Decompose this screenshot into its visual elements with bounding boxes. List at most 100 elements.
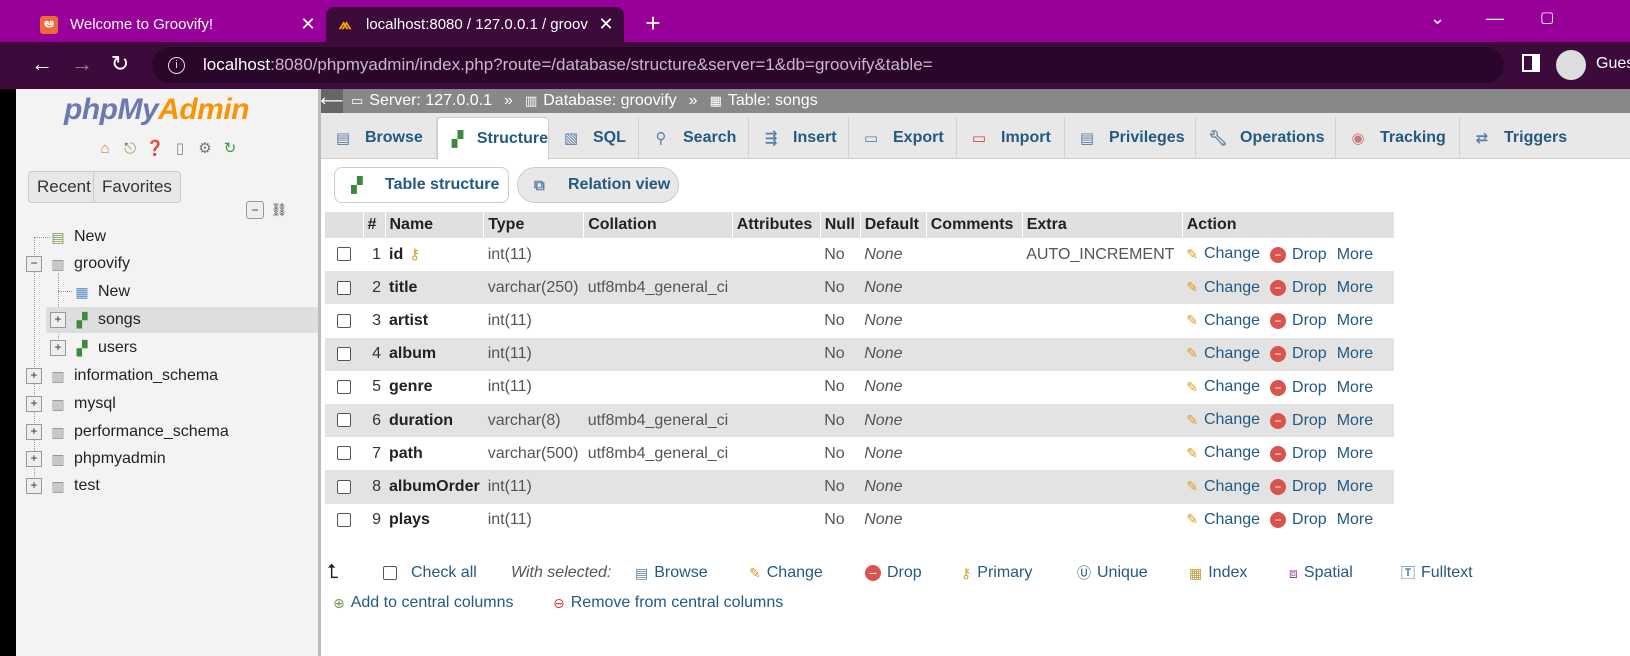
- row-checkbox[interactable]: [337, 247, 351, 262]
- link-with-main-icon[interactable]: ⛓: [269, 201, 289, 219]
- change-button[interactable]: ✎ Change: [1186, 411, 1260, 429]
- header-default[interactable]: Default: [860, 212, 927, 238]
- reload-nav-icon[interactable]: ↻: [219, 138, 241, 158]
- change-button[interactable]: ✎ Change: [1186, 245, 1260, 263]
- tab-import[interactable]: ▭ Import: [957, 117, 1065, 159]
- tab-tracking[interactable]: ◉ Tracking: [1336, 117, 1460, 159]
- drop-button[interactable]: − Drop: [1270, 511, 1327, 529]
- row-checkbox[interactable]: [337, 512, 351, 527]
- drop-button[interactable]: − Drop: [1270, 312, 1327, 330]
- more-dropdown[interactable]: More: [1337, 312, 1373, 330]
- expand-icon[interactable]: +: [26, 478, 42, 494]
- bulk-browse-button[interactable]: ▤ Browse: [635, 559, 708, 587]
- settings-gear-icon[interactable]: ⚙: [194, 138, 216, 158]
- browser-tab-phpmyadmin[interactable]: ⩕ localhost:8080 / 127.0.0.1 / groov ✕: [326, 7, 624, 42]
- tab-search-icon[interactable]: ⌄: [1430, 8, 1445, 29]
- bulk-drop-button[interactable]: − Drop: [865, 559, 922, 587]
- breadcrumb-server[interactable]: ▭ Server: 127.0.0.1: [351, 92, 492, 110]
- header-collation[interactable]: Collation: [583, 212, 733, 238]
- bulk-unique-button[interactable]: Ⓤ Unique: [1077, 559, 1148, 587]
- more-dropdown[interactable]: More: [1337, 279, 1373, 297]
- expand-icon[interactable]: +: [50, 340, 66, 356]
- column-name[interactable]: duration: [385, 403, 484, 438]
- tree-item-performance-schema[interactable]: + ▥ performance_schema: [26, 419, 229, 445]
- tree-item-users[interactable]: + ▞ users: [50, 335, 137, 361]
- column-name[interactable]: album: [385, 337, 484, 371]
- change-button[interactable]: ✎ Change: [1186, 511, 1260, 529]
- subtab-table-structure[interactable]: ▞ Table structure: [334, 167, 509, 203]
- add-central-columns-button[interactable]: ⊕ Add to central columns: [333, 594, 513, 612]
- check-all[interactable]: Check all: [383, 559, 477, 587]
- maximize-icon[interactable]: ▢: [1540, 8, 1554, 26]
- row-checkbox[interactable]: [337, 346, 351, 361]
- row-checkbox[interactable]: [337, 413, 351, 428]
- drop-button[interactable]: − Drop: [1270, 478, 1327, 496]
- collapse-arrow-icon[interactable]: ⟵: [321, 89, 343, 113]
- bulk-index-button[interactable]: ▦ Index: [1189, 559, 1247, 587]
- recent-button[interactable]: Recent: [28, 171, 100, 203]
- info-icon[interactable]: i: [168, 56, 185, 74]
- drop-button[interactable]: − Drop: [1270, 279, 1327, 297]
- back-arrow-icon[interactable]: ←: [28, 51, 56, 77]
- drop-button[interactable]: − Drop: [1270, 345, 1327, 363]
- help-icon[interactable]: ❓: [144, 138, 166, 158]
- header-null[interactable]: Null: [820, 212, 861, 238]
- collapse-all-icon[interactable]: −: [246, 201, 264, 219]
- new-tab-button[interactable]: +: [640, 8, 666, 39]
- bulk-change-button[interactable]: ✎ Change: [749, 559, 823, 587]
- tab-triggers[interactable]: ⇄ Triggers: [1460, 117, 1630, 159]
- tree-item-songs[interactable]: + ▞ songs: [46, 307, 318, 333]
- change-button[interactable]: ✎ Change: [1186, 444, 1260, 462]
- bulk-spatial-button[interactable]: ⧈ Spatial: [1289, 559, 1353, 587]
- reload-icon[interactable]: ↻: [106, 51, 134, 77]
- header-extra[interactable]: Extra: [1022, 212, 1183, 238]
- change-button[interactable]: ✎ Change: [1186, 478, 1260, 496]
- more-dropdown[interactable]: More: [1337, 246, 1373, 264]
- tree-item-mysql[interactable]: + ▥ mysql: [26, 391, 116, 417]
- more-dropdown[interactable]: More: [1337, 478, 1373, 496]
- avatar[interactable]: [1556, 50, 1586, 80]
- phpmyadmin-logo[interactable]: phpMyAdmin: [64, 93, 249, 127]
- change-button[interactable]: ✎ Change: [1186, 279, 1260, 297]
- change-button[interactable]: ✎ Change: [1186, 312, 1260, 330]
- home-icon[interactable]: ⌂: [94, 138, 116, 158]
- tab-sql[interactable]: ▧ SQL: [549, 117, 639, 159]
- row-checkbox[interactable]: [337, 280, 351, 295]
- drop-button[interactable]: − Drop: [1270, 412, 1327, 430]
- expand-icon[interactable]: +: [26, 396, 42, 412]
- header-name[interactable]: Name: [385, 212, 485, 238]
- tab-insert[interactable]: ⇶ Insert: [749, 117, 849, 159]
- expand-icon[interactable]: +: [50, 312, 66, 328]
- tree-item-information-schema[interactable]: + ▥ information_schema: [26, 363, 218, 389]
- bulk-fulltext-button[interactable]: 🅃 Fulltext: [1401, 559, 1473, 587]
- drop-button[interactable]: − Drop: [1270, 379, 1327, 397]
- favorites-button[interactable]: Favorites: [93, 171, 181, 203]
- tab-export[interactable]: ▭ Export: [849, 117, 957, 159]
- column-name[interactable]: genre: [385, 371, 484, 404]
- more-dropdown[interactable]: More: [1337, 511, 1373, 529]
- column-name[interactable]: title: [385, 271, 484, 305]
- header-attributes[interactable]: Attributes: [732, 212, 821, 238]
- forward-arrow-icon[interactable]: →: [68, 51, 96, 77]
- row-checkbox[interactable]: [337, 380, 351, 395]
- tree-item-new-table[interactable]: ▦ New: [74, 279, 130, 305]
- tree-item-test[interactable]: + ▥ test: [26, 473, 100, 499]
- drop-button[interactable]: − Drop: [1270, 246, 1327, 264]
- tree-item-groovify[interactable]: − ▥ groovify: [26, 251, 130, 277]
- side-panel-icon[interactable]: [1522, 54, 1540, 72]
- column-name[interactable]: artist: [385, 304, 484, 337]
- row-checkbox[interactable]: [337, 479, 351, 494]
- column-name[interactable]: plays: [385, 504, 484, 537]
- row-checkbox[interactable]: [337, 446, 351, 461]
- collapse-icon[interactable]: −: [26, 256, 42, 272]
- logout-icon[interactable]: ⎋: [119, 138, 141, 158]
- expand-icon[interactable]: +: [26, 368, 42, 384]
- row-checkbox[interactable]: [337, 313, 351, 328]
- close-icon[interactable]: ✕: [598, 14, 614, 35]
- bulk-primary-button[interactable]: ⚷ Primary: [961, 559, 1032, 587]
- profile-label[interactable]: Guest: [1596, 55, 1630, 73]
- documentation-icon[interactable]: ▯: [169, 138, 191, 158]
- tab-browse[interactable]: ▤ Browse: [321, 117, 437, 159]
- header-type[interactable]: Type: [483, 212, 585, 238]
- remove-central-columns-button[interactable]: ⊖ Remove from central columns: [553, 594, 783, 612]
